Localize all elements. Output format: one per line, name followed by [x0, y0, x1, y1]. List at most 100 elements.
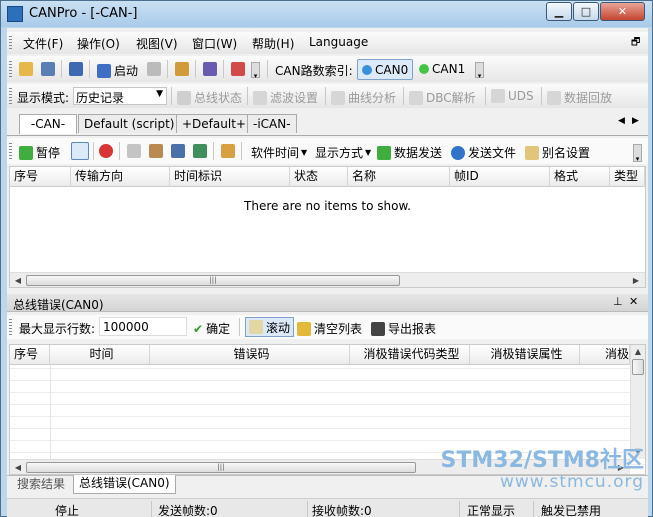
help-icon[interactable] — [231, 62, 245, 76]
column-header[interactable]: 状态 — [290, 167, 348, 187]
tab-scroll-left-icon[interactable]: ◀ — [618, 116, 625, 126]
bus-icon — [177, 90, 191, 105]
filter-settings-button[interactable]: 滤波设置 — [253, 89, 318, 106]
column-header[interactable]: 名称 — [348, 167, 450, 187]
panel-title: 总线错误(CAN0) — [13, 298, 104, 312]
book-icon[interactable] — [203, 62, 217, 76]
status-trigger: 触发已禁用 — [541, 504, 602, 517]
confirm-button[interactable]: ✔ 确定 — [193, 320, 230, 337]
curve-icon — [331, 90, 345, 105]
horizontal-scrollbar[interactable]: ◀ ||| ▶ — [10, 459, 630, 474]
menu-language[interactable]: Language — [309, 35, 368, 49]
tab-can[interactable]: -CAN- — [19, 114, 77, 134]
analysis-toolbar: 显示模式: 历史记录 ▼ 总线状态 滤波设置 曲线分析 DBC解析 UDS 数据… — [7, 84, 648, 108]
scroll-up-icon[interactable]: ▲ — [631, 345, 645, 358]
close-button[interactable]: ✕ — [600, 2, 645, 21]
max-rows-input[interactable]: 100000 — [99, 317, 187, 336]
package-icon[interactable] — [221, 144, 235, 158]
column-header[interactable]: 传输方向 — [71, 167, 170, 187]
column-header[interactable]: 格式 — [550, 167, 610, 187]
close-icon[interactable]: ✕ — [629, 295, 638, 308]
export-report-button[interactable]: 导出报表 — [371, 320, 436, 337]
scroll-left-icon[interactable]: ◀ — [11, 274, 25, 287]
tag-icon[interactable] — [69, 62, 83, 76]
scroll-down-icon[interactable]: ▼ — [631, 445, 645, 458]
scroll-thumb[interactable] — [632, 359, 644, 375]
column-header[interactable]: 消极错误属性 — [470, 345, 580, 365]
toolbar-overflow-icon[interactable]: ▾ — [251, 62, 260, 80]
can1-status-icon — [419, 64, 429, 74]
column-header[interactable]: 消极错误代码类型 — [350, 345, 470, 365]
uds-button[interactable]: UDS — [491, 89, 534, 103]
software-time-dropdown[interactable]: 软件时间 ▼ — [251, 144, 307, 161]
chevron-down-icon: ▼ — [365, 148, 372, 157]
scroll-right-icon[interactable]: ▶ — [629, 274, 643, 287]
tab-ican[interactable]: -iCAN- — [247, 114, 297, 133]
message-grid: 序号 传输方向 时间标识 状态 名称 帧ID 格式 类型 There are n… — [9, 166, 646, 288]
save-log-icon[interactable] — [171, 144, 185, 158]
save-icon[interactable] — [41, 62, 55, 76]
record-icon[interactable] — [99, 144, 113, 158]
column-header[interactable]: 序号 — [10, 345, 50, 365]
tab-default[interactable]: +Default+ — [176, 114, 252, 133]
can1-toggle[interactable]: CAN1 — [419, 62, 465, 76]
minimize-button[interactable]: ▁ — [546, 2, 572, 21]
chevron-down-icon: ▼ — [156, 89, 163, 99]
toolbar-overflow-icon[interactable]: ▾ — [475, 62, 484, 80]
tab-default-script[interactable]: Default (script) — [78, 114, 181, 133]
column-header[interactable]: 时间标识 — [170, 167, 290, 187]
bus-status-button[interactable]: 总线状态 — [177, 89, 242, 106]
menu-operate[interactable]: 操作(O) — [77, 35, 120, 52]
scroll-left-icon[interactable]: ◀ — [11, 461, 25, 474]
filter-icon — [253, 90, 267, 105]
column-header[interactable]: 时间 — [50, 345, 150, 365]
column-header[interactable]: 消极 — [580, 345, 630, 365]
find-icon[interactable] — [149, 144, 163, 158]
window-title: CANPro - [-CAN-] — [29, 6, 138, 21]
start-button[interactable]: 启动 — [97, 62, 138, 79]
pin-icon[interactable]: ⊥ — [613, 295, 623, 308]
scroll-thumb[interactable]: ||| — [26, 462, 416, 473]
tab-scroll-right-icon[interactable]: ▶ — [632, 116, 639, 126]
dbc-parse-button[interactable]: DBC解析 — [409, 89, 476, 106]
column-header[interactable]: 序号 — [10, 167, 71, 187]
message-grid-header: 序号 传输方向 时间标识 状态 名称 帧ID 格式 类型 — [10, 167, 645, 187]
menu-window[interactable]: 窗口(W) — [192, 35, 237, 52]
menu-file[interactable]: 文件(F) — [23, 35, 63, 52]
horizontal-scrollbar[interactable]: ◀ ||| ▶ — [10, 272, 645, 287]
display-mode-label: 显示模式: — [17, 91, 70, 105]
vertical-scrollbar[interactable]: ▲ ▼ — [630, 345, 645, 459]
data-send-button[interactable]: 数据发送 — [377, 144, 442, 161]
export-icon[interactable] — [193, 144, 207, 158]
column-header[interactable]: 帧ID — [450, 167, 550, 187]
clear-list-button[interactable]: 清空列表 — [297, 320, 362, 337]
can0-toggle[interactable]: CAN0 — [357, 59, 414, 80]
scroll-thumb[interactable]: ||| — [26, 275, 400, 286]
menu-view[interactable]: 视图(V) — [136, 35, 178, 52]
column-header[interactable]: 类型 — [610, 167, 645, 187]
bus-error-grid-header: 序号 时间 错误码 消极错误代码类型 消极错误属性 消极 — [10, 345, 630, 365]
wrench-icon[interactable] — [175, 62, 189, 76]
scroll-toggle[interactable]: 滚动 — [245, 317, 295, 337]
refresh-icon[interactable] — [71, 142, 89, 160]
empty-message: There are no items to show. — [244, 199, 411, 213]
tab-search-results[interactable]: 搜索结果 — [11, 476, 71, 494]
toolbar-overflow-icon[interactable]: ▾ — [633, 144, 642, 163]
copy-icon[interactable] — [127, 144, 141, 158]
maximize-button[interactable]: □ — [573, 2, 599, 21]
menu-help[interactable]: 帮助(H) — [252, 35, 294, 52]
data-replay-button[interactable]: 数据回放 — [547, 89, 612, 106]
scroll-right-icon[interactable]: ▶ — [614, 461, 628, 474]
folder-open-icon[interactable] — [19, 62, 33, 76]
display-style-dropdown[interactable]: 显示方式 ▼ — [315, 144, 371, 161]
curve-analysis-button[interactable]: 曲线分析 — [331, 89, 396, 106]
column-header[interactable]: 错误码 — [150, 345, 350, 365]
alias-settings-button[interactable]: 别名设置 — [525, 144, 590, 161]
display-mode-select[interactable]: 历史记录 ▼ — [73, 87, 167, 105]
dbc-icon — [409, 90, 423, 105]
pause-button[interactable]: 暂停 — [19, 144, 60, 161]
tab-bus-error[interactable]: 总线错误(CAN0) — [73, 475, 176, 494]
restore-doc-icon[interactable]: 🗗 — [631, 35, 640, 52]
send-file-button[interactable]: 发送文件 — [451, 144, 516, 161]
save-icon — [371, 321, 385, 336]
